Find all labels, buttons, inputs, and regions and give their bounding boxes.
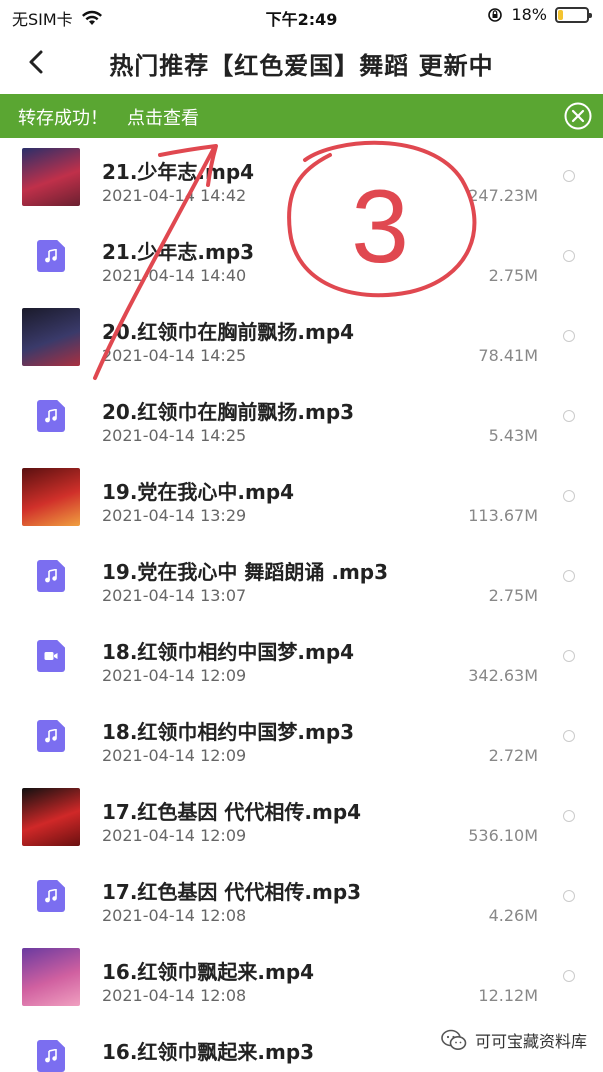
- battery-percent: 18%: [511, 5, 547, 24]
- toast-view-link[interactable]: 点击查看: [127, 104, 199, 130]
- file-name: 17.红色基因 代代相传.mp4: [102, 800, 362, 824]
- music-file-icon: [37, 1040, 65, 1072]
- music-file-icon: [37, 560, 65, 592]
- file-name: 21.少年志.mp4: [102, 160, 255, 184]
- file-size: 247.23M: [468, 186, 538, 205]
- file-size: 113.67M: [468, 506, 538, 525]
- file-name: 18.红领巾相约中国梦.mp3: [102, 720, 355, 744]
- chevron-left-icon[interactable]: [22, 47, 52, 77]
- select-radio[interactable]: [563, 570, 575, 582]
- file-size: 12.12M: [478, 986, 538, 1005]
- file-date: 2021-04-14 12:09: [102, 666, 247, 685]
- file-size: 4.26M: [488, 906, 538, 925]
- file-date: 2021-04-14 12:08: [102, 986, 247, 1005]
- file-date: 2021-04-14 12:09: [102, 826, 247, 845]
- select-radio[interactable]: [563, 490, 575, 502]
- select-radio[interactable]: [563, 170, 575, 182]
- list-item[interactable]: 19.党在我心中.mp4 2021-04-14 13:29 113.67M: [0, 458, 603, 538]
- select-radio[interactable]: [563, 250, 575, 262]
- file-date: 2021-04-14 14:25: [102, 426, 247, 445]
- file-date: 2021-04-14 13:07: [102, 586, 247, 605]
- file-list: 21.少年志.mp4 2021-04-14 14:42 247.23M 21.少年志.…: [0, 138, 603, 1072]
- list-item[interactable]: 20.红领巾在胸前飘扬.mp3 2021-04-14 14:25 5.43M: [0, 378, 603, 458]
- file-date: 2021-04-14 13:29: [102, 506, 247, 525]
- select-radio[interactable]: [563, 650, 575, 662]
- file-name: 19.党在我心中 舞蹈朗诵 .mp3: [102, 560, 389, 584]
- orientation-lock-icon: [488, 7, 503, 22]
- status-right: 18%: [487, 5, 592, 24]
- select-radio[interactable]: [563, 890, 575, 902]
- file-name: 20.红领巾在胸前飘扬.mp4: [102, 320, 355, 344]
- file-name: 16.红领巾飘起来.mp4: [102, 960, 315, 984]
- watermark: 可可宝藏资料库: [441, 1028, 587, 1052]
- music-file-icon: [37, 720, 65, 752]
- list-item[interactable]: 17.红色基因 代代相传.mp4 2021-04-14 12:09 536.10M: [0, 778, 603, 858]
- list-item[interactable]: 20.红领巾在胸前飘扬.mp4 2021-04-14 14:25 78.41M: [0, 298, 603, 378]
- toast-message: 转存成功！: [18, 108, 108, 129]
- file-size: 5.43M: [488, 426, 538, 445]
- success-toast: 转存成功！ 点击查看: [0, 94, 603, 138]
- page-title: 热门推荐【红色爱国】舞蹈 更新中: [109, 52, 494, 80]
- video-thumbnail: [22, 788, 80, 846]
- file-name: 17.红色基因 代代相传.mp3: [102, 880, 362, 904]
- music-file-icon: [37, 400, 65, 432]
- status-bar: 无SIM卡 下午2:49 18%: [0, 0, 603, 32]
- file-size: 536.10M: [468, 826, 538, 845]
- select-radio[interactable]: [563, 730, 575, 742]
- file-date: 2021-04-14 14:42: [102, 186, 247, 205]
- file-date: 2021-04-14 12:09: [102, 746, 247, 765]
- file-size: 2.72M: [488, 746, 538, 765]
- wechat-icon: [441, 1029, 467, 1050]
- battery-fill: [558, 9, 564, 20]
- list-item[interactable]: 21.少年志.mp3 2021-04-14 14:40 2.75M: [0, 218, 603, 298]
- file-name: 20.红领巾在胸前飘扬.mp3: [102, 400, 355, 424]
- file-size: 2.75M: [488, 586, 538, 605]
- battery-icon: [555, 6, 592, 23]
- list-item[interactable]: 19.党在我心中 舞蹈朗诵 .mp3 2021-04-14 13:07 2.75M: [0, 538, 603, 618]
- select-radio[interactable]: [563, 330, 575, 342]
- music-file-icon: [37, 240, 65, 272]
- file-size: 78.41M: [478, 346, 538, 365]
- list-item[interactable]: 18.红领巾相约中国梦.mp3 2021-04-14 12:09 2.72M: [0, 698, 603, 778]
- video-thumbnail: [22, 468, 80, 526]
- file-name: 21.少年志.mp3: [102, 240, 255, 264]
- video-file-icon: [37, 640, 65, 672]
- list-item[interactable]: 17.红色基因 代代相传.mp3 2021-04-14 12:08 4.26M: [0, 858, 603, 938]
- file-name: 19.党在我心中.mp4: [102, 480, 295, 504]
- video-thumbnail: [22, 148, 80, 206]
- file-size: 2.75M: [488, 266, 538, 285]
- file-name: 18.红领巾相约中国梦.mp4: [102, 640, 355, 664]
- file-date: 2021-04-14 14:40: [102, 266, 247, 285]
- file-size: 342.63M: [468, 666, 538, 685]
- file-date: 2021-04-14 12:08: [102, 906, 247, 925]
- video-thumbnail: [22, 948, 80, 1006]
- watermark-text: 可可宝藏资料库: [474, 1032, 587, 1051]
- select-radio[interactable]: [563, 810, 575, 822]
- file-name: 16.红领巾飘起来.mp3: [102, 1040, 315, 1064]
- list-item[interactable]: 16.红领巾飘起来.mp4 2021-04-14 12:08 12.12M: [0, 938, 603, 1018]
- select-radio[interactable]: [563, 410, 575, 422]
- list-item[interactable]: 21.少年志.mp4 2021-04-14 14:42 247.23M: [0, 138, 603, 218]
- select-radio[interactable]: [563, 970, 575, 982]
- close-circle-icon[interactable]: [563, 101, 593, 131]
- file-date: 2021-04-14 14:25: [102, 346, 247, 365]
- list-item[interactable]: 18.红领巾相约中国梦.mp4 2021-04-14 12:09 342.63M: [0, 618, 603, 698]
- video-thumbnail: [22, 308, 80, 366]
- music-file-icon: [37, 880, 65, 912]
- nav-bar: 热门推荐【红色爱国】舞蹈 更新中: [0, 32, 603, 92]
